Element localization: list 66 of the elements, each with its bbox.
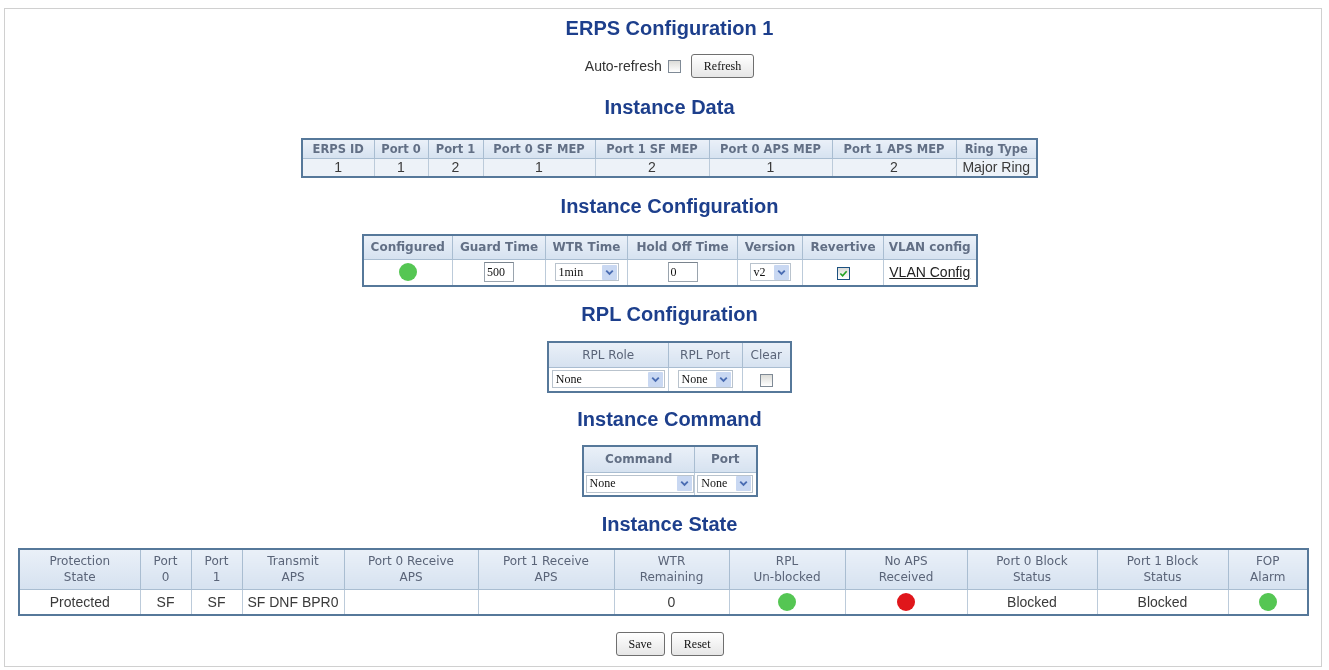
auto-refresh-checkbox[interactable] xyxy=(667,59,681,73)
dropdown[interactable]: v2 xyxy=(749,263,791,282)
column-header: Port 0 Block Status xyxy=(967,549,1097,589)
save-button[interactable]: Save xyxy=(615,632,665,656)
dropdown[interactable]: None xyxy=(585,474,694,493)
column-header: Port 1 xyxy=(191,549,242,589)
text-field[interactable]: 500 xyxy=(484,262,514,283)
dropdown[interactable]: None xyxy=(551,370,665,389)
column-header: VLAN config xyxy=(883,235,977,259)
column-header: Port 1 xyxy=(428,139,483,158)
column-header: Configured xyxy=(362,235,453,259)
refresh-button[interactable]: Refresh xyxy=(690,54,755,78)
column-header: Ring Type xyxy=(956,139,1037,158)
dropdown[interactable]: None xyxy=(697,474,754,493)
chevron-down-icon xyxy=(715,371,731,387)
reset-button[interactable]: Reset xyxy=(670,632,724,656)
table-cell: Protected xyxy=(19,589,140,615)
column-header: RPL Port xyxy=(668,342,742,367)
table-cell: Blocked xyxy=(1097,589,1228,615)
checkbox[interactable] xyxy=(759,374,773,388)
dropdown[interactable]: 1min xyxy=(554,263,619,282)
column-header: RPL Un-blocked xyxy=(729,549,845,589)
column-header: Guard Time xyxy=(452,235,546,259)
column-header: ERPS ID xyxy=(302,139,374,158)
column-header: No APS Received xyxy=(845,549,967,589)
table-cell: SF DNF BPR0 xyxy=(242,589,344,615)
chevron-down-icon xyxy=(676,476,692,492)
column-header: Port xyxy=(694,446,757,472)
column-header: Command xyxy=(582,446,695,472)
text-field[interactable]: 0 xyxy=(667,262,698,283)
column-header: Port 1 Receive APS xyxy=(478,549,614,589)
section-heading: Instance Data xyxy=(603,95,736,119)
column-header: Port 0 APS MEP xyxy=(709,139,832,158)
section-heading: Instance Command xyxy=(576,407,763,431)
chevron-down-icon xyxy=(601,264,617,280)
column-header: RPL Role xyxy=(548,342,668,367)
column-header: Protection State xyxy=(19,549,140,589)
column-header: Version xyxy=(737,235,803,259)
table-cell: 1 xyxy=(302,158,374,177)
column-header: Port 0 SF MEP xyxy=(483,139,595,158)
auto-refresh-label: Auto-refresh xyxy=(584,58,662,74)
column-header: Clear xyxy=(742,342,791,367)
column-header: Port 1 APS MEP xyxy=(832,139,956,158)
column-header: Hold Off Time xyxy=(627,235,738,259)
checkmark-icon xyxy=(838,269,848,279)
column-header: Port 1 Block Status xyxy=(1097,549,1228,589)
column-header: Port 0 xyxy=(140,549,191,589)
section-heading: Instance Configuration xyxy=(559,194,780,218)
page-title: ERPS Configuration 1 xyxy=(564,16,775,40)
chevron-down-icon xyxy=(773,264,789,280)
column-header: Revertive xyxy=(802,235,884,259)
column-header: WTR Remaining xyxy=(614,549,729,589)
column-header: Port 0 xyxy=(374,139,428,158)
table-cell: Blocked xyxy=(967,589,1097,615)
section-heading: Instance State xyxy=(600,512,739,536)
column-header: Transmit APS xyxy=(242,549,344,589)
checkbox[interactable] xyxy=(836,267,850,281)
chevron-down-icon xyxy=(647,371,663,387)
column-header: FOP Alarm xyxy=(1228,549,1308,589)
chevron-down-icon xyxy=(736,476,752,492)
section-heading: RPL Configuration xyxy=(580,302,759,326)
column-header: WTR Time xyxy=(545,235,628,259)
dropdown[interactable]: None xyxy=(677,370,733,389)
table-cell: 0 xyxy=(614,589,729,615)
column-header: Port 0 Receive APS xyxy=(344,549,478,589)
column-header: Port 1 SF MEP xyxy=(595,139,709,158)
